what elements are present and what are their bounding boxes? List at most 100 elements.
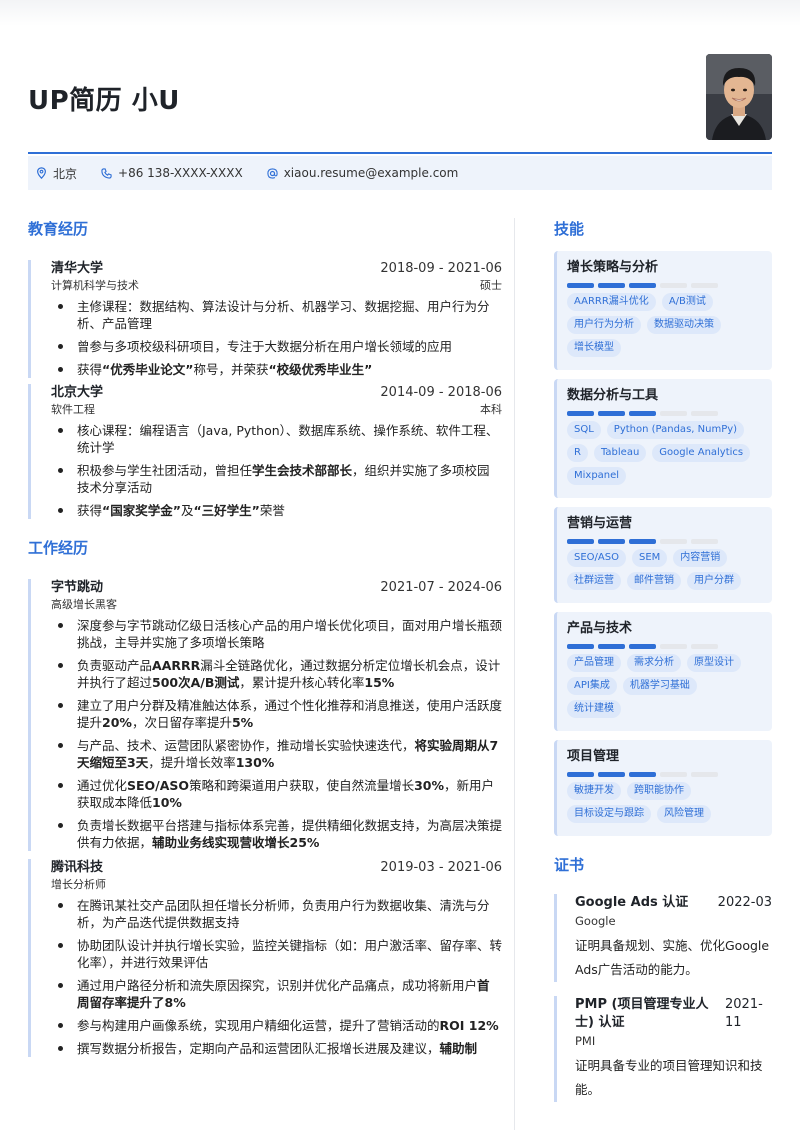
bullet-text: 通过优化	[77, 778, 128, 793]
skill-tag: 内容营销	[673, 549, 728, 567]
skill-tags: AARRR漏斗优化 A/B测试 用户行为分析 数据驱动决策 增长模型	[567, 293, 762, 362]
skill-group-title: 数据分析与工具	[567, 388, 659, 403]
bullet-highlight: 15%	[364, 675, 395, 690]
resume-header: UP简历 小U	[28, 54, 772, 142]
certificate-entry: PMP (项目管理专业人士) 认证 2021-11 PMI 证明具备专业的项目管…	[554, 996, 772, 1102]
bullet-text: ，提升增长效率	[148, 755, 236, 770]
skill-group-title: 增长策略与分析	[567, 260, 659, 275]
skill-tags: SQL Python (Pandas, NumPy) R Tableau Google …	[567, 421, 762, 490]
major: 计算机科学与技术	[51, 279, 139, 292]
location-text: 北京	[53, 166, 78, 181]
bullet-text: 称号，并荣获	[193, 362, 269, 377]
phone-text: +86 138-XXXX-XXXX	[118, 166, 243, 180]
skill-level-segment	[598, 644, 625, 649]
education-section-title: 教育经历	[28, 220, 89, 238]
candidate-name: UP简历 小U	[28, 86, 180, 116]
work-entry: 腾讯科技 2019-03 - 2021-06 增长分析师 在腾讯某社交产品团队担…	[28, 859, 502, 1057]
bullet-highlight: SEO/ASO	[127, 778, 190, 793]
skill-level-segment	[567, 644, 594, 649]
bullet-item: 深度参与字节跳动亿级日活核心产品的用户增长优化项目，面对用户增长瓶颈挑战，主导并…	[51, 617, 502, 651]
bullet-text: 荣誉	[259, 503, 285, 518]
skill-tag: 需求分析	[627, 654, 681, 672]
bullet-text: 协助团队设计并执行增长实验，监控关键指标（如：用户激活率、留存率、转化率），并进…	[77, 938, 503, 970]
bullet-text: 通过用户路径分析和流失原因探究，识别并优化产品痛点，成功将新用户	[77, 978, 478, 993]
contact-email[interactable]: xiaou.resume@example.com	[267, 166, 459, 180]
date-range: 2018-09 - 2021-06	[380, 261, 502, 276]
bullet-highlight: 30%	[414, 778, 444, 793]
skill-tag: 统计建模	[567, 700, 621, 718]
skill-level-segment	[629, 411, 656, 416]
skill-level-segment	[660, 772, 687, 777]
bullet-highlight: “优秀毕业论文”	[102, 362, 194, 377]
skill-level-segment	[691, 539, 718, 544]
date-range: 2021-07 - 2024-06	[380, 580, 502, 595]
major: 软件工程	[51, 403, 95, 416]
contact-bar: 北京 +86 138-XXXX-XXXX xiaou.resume@exampl…	[28, 156, 772, 190]
skill-tag: 机器学习基础	[622, 677, 697, 695]
bullet-item: 通过用户路径分析和流失原因探究，识别并优化产品痛点，成功将新用户首周留存率提升了…	[51, 977, 502, 1011]
skill-card: 数据分析与工具 SQL Python (Pandas, NumPy) R Tableau…	[554, 379, 772, 498]
work-bullets: 深度参与字节跳动亿级日活核心产品的用户增长优化项目，面对用户增长瓶颈挑战，主导并…	[51, 617, 502, 851]
bullet-item: 核心课程：编程语言（Java, Python）、数据库系统、操作系统、软件工程、…	[51, 422, 502, 456]
work-entry: 字节跳动 2021-07 - 2024-06 高级增长黑客 深度参与字节跳动亿级…	[28, 579, 502, 851]
certificate-name: PMP (项目管理专业人士) 认证	[575, 997, 709, 1030]
skill-card: 营销与运营 SEO/ASO SEM 内容营销 社群运营 邮件营销 用户分群	[554, 507, 772, 603]
education-entry: 北京大学 2014-09 - 2018-06 软件工程 本科 核心课程：编程语言…	[28, 384, 502, 519]
skill-level-segment	[567, 411, 594, 416]
company-name: 腾讯科技	[51, 860, 104, 875]
column-divider	[514, 218, 515, 1130]
bullet-highlight: “三好学生”	[193, 503, 260, 518]
bullet-highlight: 辅助业务线实现营收增长25%	[152, 835, 320, 850]
skill-tag: API集成	[567, 677, 617, 695]
skill-tag: 敏捷开发	[567, 782, 621, 800]
degree: 硕士	[480, 279, 502, 292]
school-name: 清华大学	[51, 261, 104, 276]
skill-tag: 跨职能协作	[627, 782, 691, 800]
email-text: xiaou.resume@example.com	[283, 166, 459, 180]
skill-tag: 数据驱动决策	[647, 316, 721, 334]
skill-card: 产品与技术 产品管理 需求分析 原型设计 API集成 机器学习基础 统计建模	[554, 612, 772, 731]
skill-tag: A/B测试	[661, 293, 713, 311]
bullet-text: 及	[180, 503, 194, 518]
skill-level-segment	[629, 283, 656, 288]
skill-level-segment	[567, 283, 594, 288]
skill-tags: SEO/ASO SEM 内容营销 社群运营 邮件营销 用户分群	[567, 549, 762, 595]
bullet-text: 核心课程：编程语言（Java, Python）、数据库系统、操作系统、软件工程、…	[77, 423, 499, 455]
bullet-text: 获得	[77, 503, 103, 518]
skill-level-segment	[660, 539, 687, 544]
skill-tags: 敏捷开发 跨职能协作 目标设定与跟踪 风险管理	[567, 782, 762, 828]
skill-tags: 产品管理 需求分析 原型设计 API集成 机器学习基础 统计建模	[567, 654, 762, 723]
contact-phone[interactable]: +86 138-XXXX-XXXX	[101, 166, 243, 180]
bullet-item: 与产品、技术、运营团队紧密协作，推动增长实验快速迭代，将实验周期从7天缩短至3天…	[51, 737, 502, 771]
skill-level-meter	[567, 283, 762, 288]
header-divider	[28, 152, 772, 154]
skill-tag: 用户行为分析	[567, 316, 641, 334]
skill-tag: Google Analytics	[652, 444, 751, 462]
bullet-item: 曾参与多项校级科研项目，专注于大数据分析在用户增长领域的应用	[51, 338, 502, 355]
left-column: 教育经历 清华大学 2018-09 - 2021-06 计算机科学与技术 硕士 …	[28, 218, 502, 1063]
certificates-section-title: 证书	[554, 856, 585, 874]
bullet-item: 参与构建用户画像系统，实现用户精细化运营，提升了营销活动的ROI 12%	[51, 1017, 502, 1034]
skill-card: 增长策略与分析 AARRR漏斗优化 A/B测试 用户行为分析 数据驱动决策 增长模型	[554, 251, 772, 370]
bullet-text: ，次日留存率提升	[131, 715, 232, 730]
bullet-item: 负责增长数据平台搭建与指标体系完善，提供精细化数据支持，为高层决策提供有力依据，…	[51, 817, 502, 851]
certificate-date: 2021-11	[725, 997, 763, 1030]
bullet-item: 主修课程：数据结构、算法设计与分析、机器学习、数据挖掘、用户行为分析、产品管理	[51, 298, 502, 332]
bullet-highlight: 5%	[231, 715, 254, 730]
school-name: 北京大学	[51, 385, 104, 400]
skill-tag: 增长模型	[567, 339, 621, 357]
skill-level-segment	[691, 411, 718, 416]
certificate-issuer: Google	[575, 914, 616, 928]
skill-level-segment	[598, 772, 625, 777]
certificate-name: Google Ads 认证	[575, 895, 689, 910]
certificate-description: 证明具备规划、实施、优化Google Ads广告活动的能力。	[575, 938, 770, 977]
profile-photo	[706, 54, 772, 140]
bullet-text: 与产品、技术、运营团队紧密协作，推动增长实验快速迭代，	[77, 738, 415, 753]
skill-level-segment	[691, 644, 718, 649]
work-section-title: 工作经历	[28, 539, 89, 557]
skill-level-meter	[567, 539, 762, 544]
bullet-text: 撰写数据分析报告，定期向产品和运营团队汇报增长进展及建议，	[77, 1041, 440, 1056]
skill-group-title: 项目管理	[567, 749, 620, 764]
skills-list: 增长策略与分析 AARRR漏斗优化 A/B测试 用户行为分析 数据驱动决策 增长模型 数据分…	[554, 251, 772, 836]
bullet-highlight: 130%	[235, 755, 275, 770]
